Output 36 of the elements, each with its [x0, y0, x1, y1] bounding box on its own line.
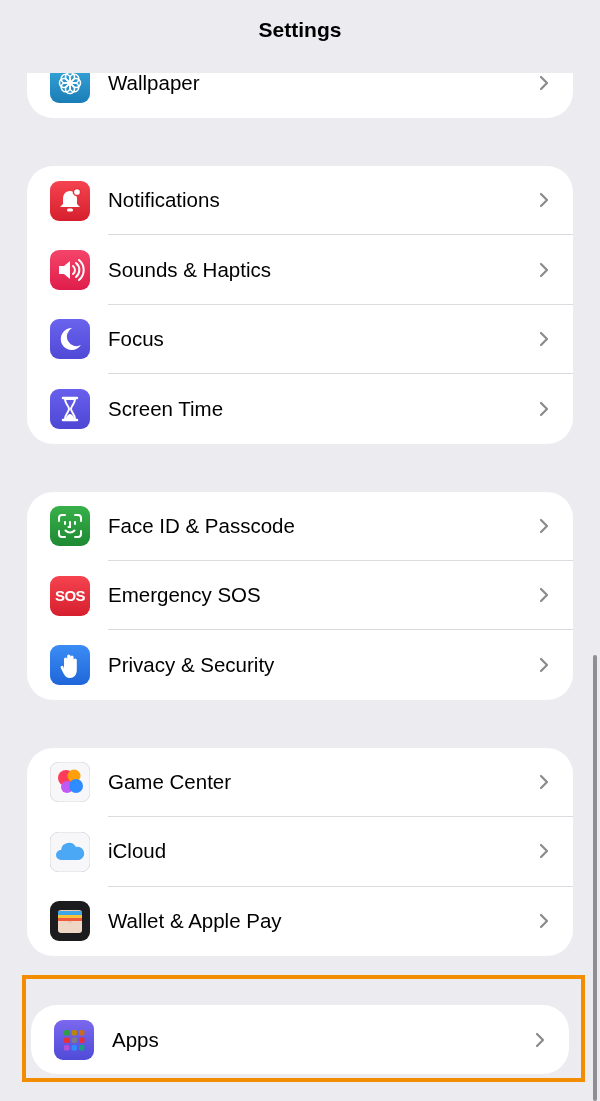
settings-row[interactable]: Focus	[27, 304, 573, 375]
chevron-icon	[535, 1031, 545, 1048]
sos-icon: SOS	[50, 575, 90, 616]
cloud-icon	[50, 831, 90, 872]
settings-row[interactable]: Notifications	[27, 166, 573, 236]
hand-icon	[50, 645, 90, 686]
moon-icon	[50, 319, 90, 360]
chevron-icon	[539, 657, 549, 674]
chevron-icon	[539, 517, 549, 534]
settings-row[interactable]: Apps	[31, 1004, 569, 1075]
settings-row[interactable]: Screen Time	[27, 374, 573, 444]
chevron-icon	[539, 587, 549, 604]
settings-row[interactable]: Wallpaper	[27, 73, 573, 118]
nav-title: Settings	[258, 18, 342, 42]
settings-row[interactable]: Sounds & Haptics	[27, 235, 573, 305]
chevron-icon	[539, 843, 549, 860]
chevron-icon	[539, 400, 549, 417]
chevron-icon	[539, 192, 549, 209]
settings-row[interactable]: iCloud	[27, 817, 573, 887]
settings-row[interactable]: Wallet & Apple Pay	[27, 886, 573, 956]
face-id-icon	[50, 506, 90, 547]
speaker-icon	[50, 250, 90, 291]
settings-row[interactable]: Privacy & Security	[27, 630, 573, 700]
settings-row[interactable]: Game Center	[27, 747, 573, 818]
chevron-icon	[539, 330, 549, 347]
chevron-icon	[539, 261, 549, 278]
chevron-icon	[539, 913, 549, 930]
bubbles-icon	[50, 762, 90, 803]
chevron-icon	[539, 773, 549, 790]
settings-row[interactable]: SOS Emergency SOS	[27, 560, 573, 631]
bell-icon	[50, 180, 90, 221]
grid-icon	[54, 1019, 94, 1060]
settings-row[interactable]: Face ID & Passcode	[27, 491, 573, 561]
hourglass-icon	[50, 388, 90, 429]
chevron-icon	[539, 74, 549, 91]
wallet-icon	[50, 901, 90, 942]
